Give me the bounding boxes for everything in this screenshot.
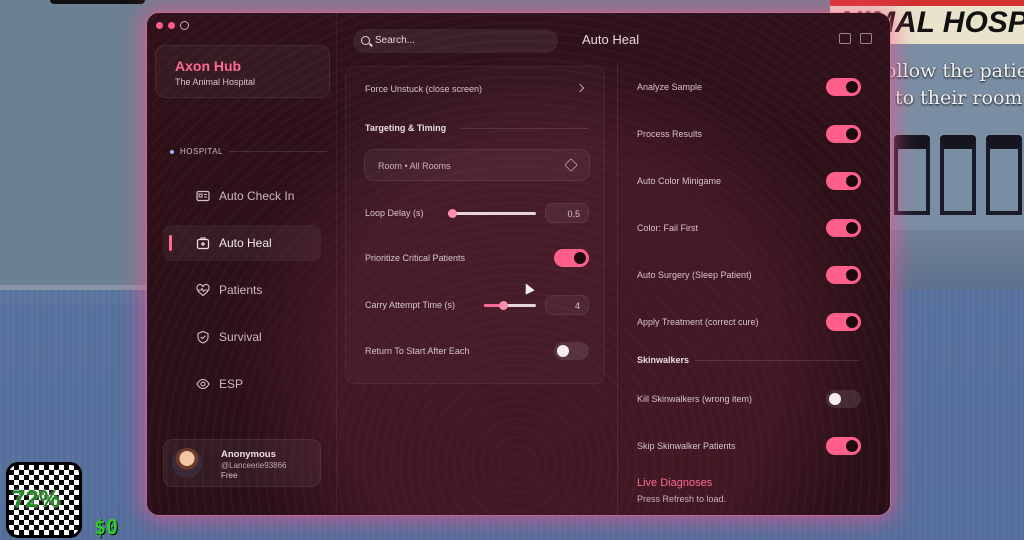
eye-icon	[196, 378, 210, 390]
carry-attempt-slider[interactable]	[484, 301, 536, 310]
toggle-label: Analyze Sample	[637, 82, 703, 92]
hud-money: $0	[94, 515, 119, 539]
close-dot[interactable]	[156, 22, 163, 29]
column-divider	[617, 63, 618, 515]
search-icon	[361, 36, 370, 45]
toggle-label: Apply Treatment (correct cure)	[637, 317, 759, 327]
live-diagnoses-subtitle: Press Refresh to load.	[637, 494, 727, 504]
avatar	[172, 448, 202, 478]
brand-card: Axon Hub The Animal Hospital	[155, 45, 330, 98]
section-divider	[228, 151, 328, 152]
shield-icon	[197, 330, 209, 344]
setting-toggle[interactable]	[826, 266, 861, 284]
sidebar-item-patients[interactable]: Patients	[163, 272, 321, 308]
setting-toggle[interactable]	[826, 78, 861, 96]
carry-attempt-label: Carry Attempt Time (s)	[365, 300, 456, 310]
section-dot-icon	[170, 149, 174, 154]
sidebar-item-esp[interactable]: ESP	[163, 366, 321, 402]
slider-knob[interactable]	[499, 301, 508, 310]
background-bar	[50, 0, 145, 4]
monitor-icon[interactable]	[860, 33, 872, 44]
user-name: Anonymous	[221, 449, 276, 460]
app-subtitle: The Animal Hospital	[175, 77, 256, 87]
page-title: Auto Heal	[582, 32, 640, 47]
user-handle: @Lanceerie93866	[221, 461, 287, 470]
app-name: Axon Hub	[175, 58, 242, 74]
toggle-label: Kill Skinwalkers (wrong item)	[637, 394, 753, 404]
sidebar-item-label: ESP	[219, 377, 244, 391]
id-card-icon	[196, 190, 210, 202]
sidebar-item-label: Auto Check In	[219, 189, 295, 203]
toggle-label: Auto Surgery (Sleep Patient)	[637, 270, 752, 280]
minimize-dot[interactable]	[168, 22, 175, 29]
sidebar: Axon Hub The Animal Hospital HOSPITAL Au…	[147, 13, 337, 515]
heading-divider	[695, 360, 860, 361]
return-to-start-toggle[interactable]	[554, 342, 589, 360]
live-diagnoses-title: Live Diagnoses	[637, 477, 713, 489]
heading-divider	[460, 128, 588, 129]
chair	[894, 135, 930, 215]
setting-toggle[interactable]	[826, 390, 861, 408]
cube-icon	[564, 158, 578, 172]
user-plan: Free	[221, 471, 238, 480]
toggle-label: Skip Skinwalker Patients	[637, 441, 736, 451]
loop-delay-value[interactable]: 0.5	[545, 203, 589, 223]
layout-toggle-icon[interactable]	[839, 33, 851, 44]
prioritize-toggle[interactable]	[554, 249, 589, 267]
window-controls	[156, 21, 189, 30]
sidebar-item-survival[interactable]: Survival	[163, 319, 321, 355]
background-wall	[0, 0, 160, 300]
return-to-start-label: Return To Start After Each	[365, 346, 470, 356]
targeting-heading: Targeting & Timing	[365, 123, 447, 133]
room-dropdown-value: Room • All Rooms	[378, 161, 451, 171]
section-label: HOSPITAL	[180, 147, 223, 156]
section-header: HOSPITAL	[170, 147, 328, 156]
setting-toggle[interactable]	[826, 219, 861, 237]
search-bar[interactable]: Search...	[353, 29, 558, 53]
game-caption-line2: to their room	[895, 87, 1023, 109]
toggle-label: Auto Color Minigame	[637, 176, 722, 186]
slider-knob[interactable]	[448, 209, 457, 218]
sidebar-item-label: Auto Heal	[219, 236, 272, 250]
active-indicator	[169, 235, 172, 251]
setting-toggle[interactable]	[826, 172, 861, 190]
globe-icon[interactable]	[180, 21, 189, 30]
settings-panel	[345, 66, 605, 384]
background-chairs	[890, 135, 1024, 215]
sidebar-item-label: Patients	[219, 283, 263, 297]
carry-attempt-value[interactable]: 4	[545, 295, 589, 315]
setting-toggle[interactable]	[826, 437, 861, 455]
setting-toggle[interactable]	[826, 125, 861, 143]
game-caption: ollow the patie to their room	[885, 58, 1024, 112]
chair	[986, 135, 1022, 215]
setting-toggle[interactable]	[826, 313, 861, 331]
heart-pulse-icon	[196, 283, 210, 297]
medical-bag-icon	[196, 237, 210, 250]
user-card[interactable]: Anonymous @Lanceerie93866 Free	[163, 439, 321, 487]
game-caption-line1: ollow the patie	[885, 60, 1024, 82]
axon-hub-window: Axon Hub The Animal Hospital HOSPITAL Au…	[147, 13, 890, 515]
toggle-label: Process Results	[637, 129, 703, 139]
chair	[940, 135, 976, 215]
sidebar-item-auto-check-in[interactable]: Auto Check In	[163, 178, 321, 214]
force-unstuck-label[interactable]: Force Unstuck (close screen)	[365, 84, 482, 94]
loop-delay-slider[interactable]	[448, 209, 536, 218]
sidebar-item-auto-heal[interactable]: Auto Heal	[163, 225, 321, 261]
hud-health-percent: 72%	[12, 486, 61, 513]
room-dropdown[interactable]: Room • All Rooms	[364, 149, 590, 181]
toggle-label: Color: Fail First	[637, 223, 699, 233]
search-input[interactable]: Search...	[375, 35, 415, 46]
skinwalkers-heading: Skinwalkers	[637, 355, 690, 365]
loop-delay-label: Loop Delay (s)	[365, 208, 424, 218]
sidebar-item-label: Survival	[219, 330, 262, 344]
prioritize-label: Prioritize Critical Patients	[365, 253, 466, 263]
